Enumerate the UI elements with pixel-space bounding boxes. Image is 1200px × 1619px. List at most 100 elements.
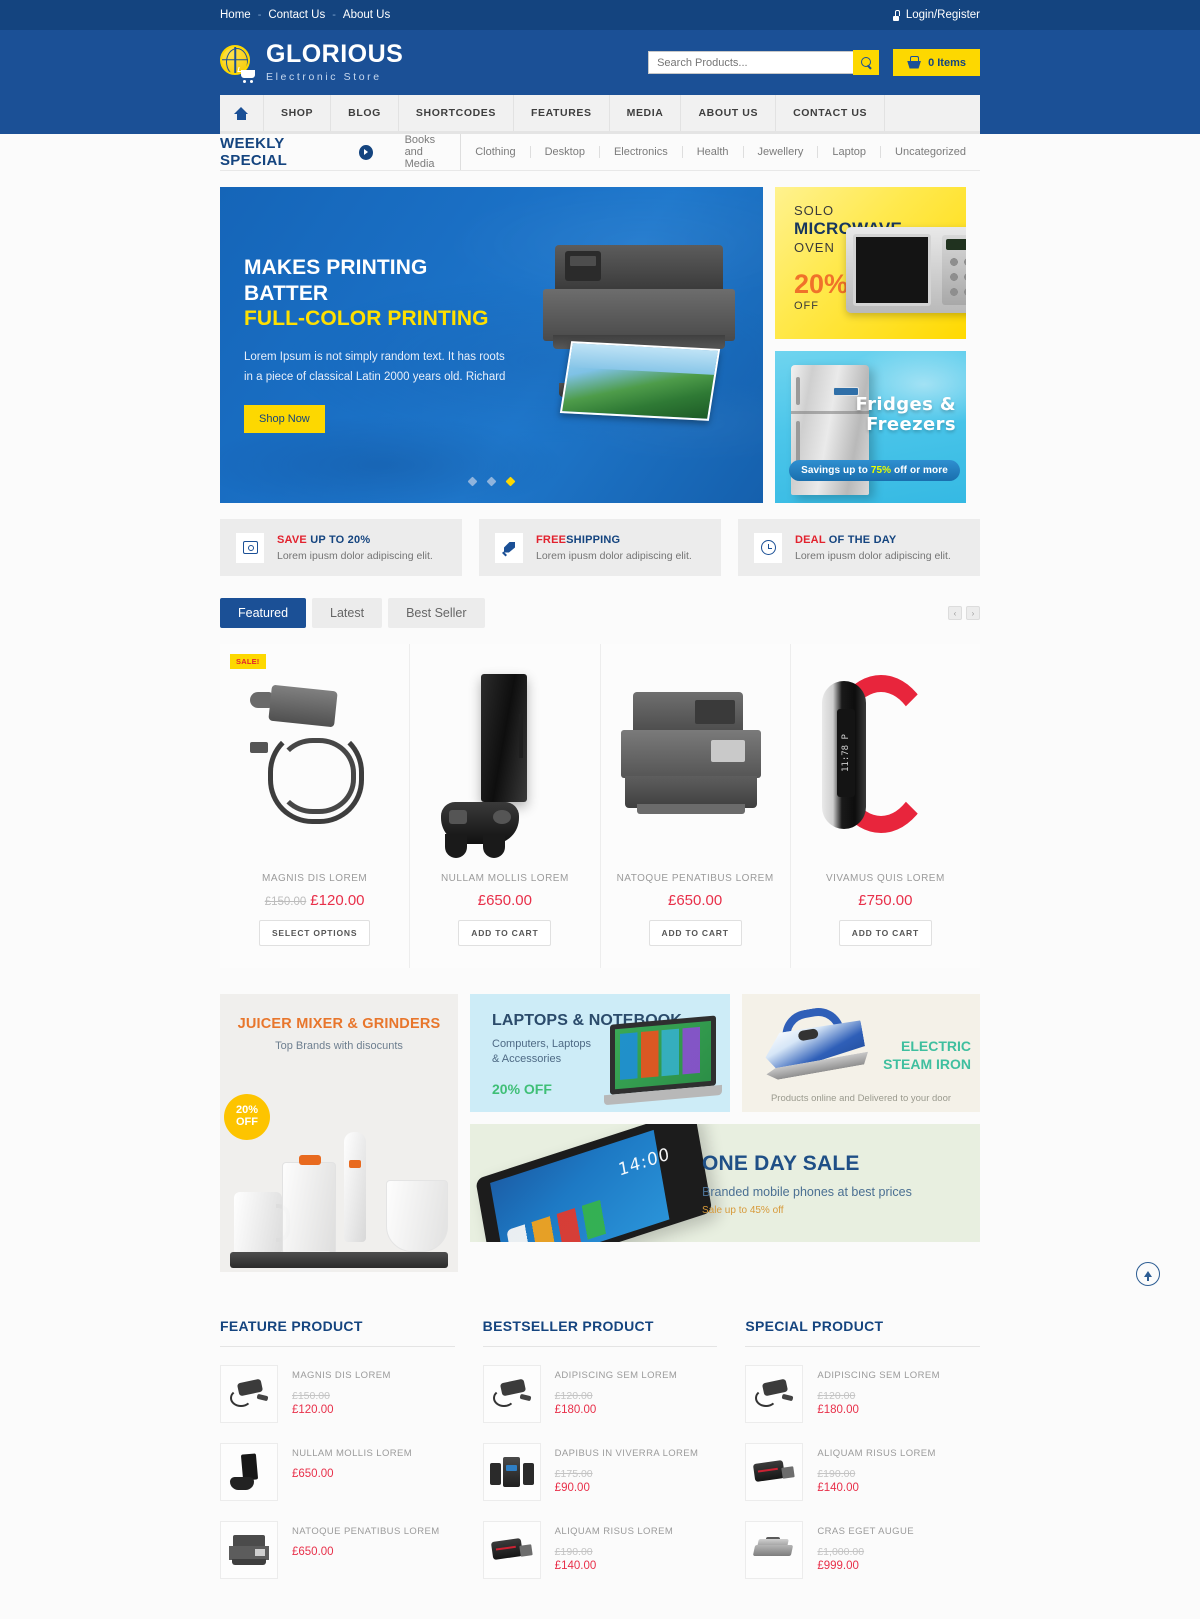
list-heading: SPECIAL PRODUCT (745, 1318, 981, 1347)
category-link-uncategorized[interactable]: Uncategorized (881, 146, 980, 158)
product-new-price: £120.00 (310, 892, 365, 909)
list-item-name: NATOQUE PENATIBUS LOREM (292, 1526, 440, 1537)
category-link-desktop[interactable]: Desktop (531, 146, 600, 158)
list-item-thumbnail (745, 1443, 804, 1501)
banner-laptops[interactable]: LAPTOPS & NOTEBOOK Computers, Laptops & … (470, 994, 730, 1112)
chevron-right-circle-icon[interactable] (358, 144, 373, 160)
hero-body-text: Lorem Ipsum is not simply random text. I… (244, 350, 506, 383)
nav-item-media[interactable]: MEDIA (610, 95, 682, 131)
product-price: £650.00 (611, 892, 780, 909)
search-button[interactable] (853, 50, 880, 75)
juicer-banner-column: JUICER MIXER & GRINDERS Top Brands with … (220, 994, 458, 1272)
carousel-next-button[interactable]: › (966, 606, 980, 620)
select-options-button[interactable]: SELECT OPTIONS (258, 920, 371, 946)
category-link-jewellery[interactable]: Jewellery (744, 146, 819, 158)
banner-juicer[interactable]: JUICER MIXER & GRINDERS Top Brands with … (220, 994, 458, 1272)
category-link-clothing[interactable]: Clothing (461, 146, 531, 158)
carousel-prev-button[interactable]: ‹ (948, 606, 962, 620)
list-item-price: £650.00 (292, 1467, 412, 1483)
top-link-home[interactable]: Home (220, 9, 251, 21)
add-to-cart-button[interactable]: ADD TO CART (458, 920, 552, 946)
nav-item-shop[interactable]: SHOP (264, 95, 332, 131)
tab-featured[interactable]: Featured (220, 598, 307, 628)
top-link-about-us[interactable]: About Us (343, 9, 390, 21)
hero-slider[interactable]: MAKES PRINTING BATTER FULL-COLOR PRINTIN… (220, 187, 763, 503)
one-day-sale-subtitle: Branded mobile phones at best prices (702, 1185, 912, 1199)
tab-latest[interactable]: Latest (312, 598, 383, 628)
hero-dot-1[interactable] (467, 476, 478, 487)
add-to-cart-button[interactable]: ADD TO CART (838, 920, 932, 946)
list-item[interactable]: NATOQUE PENATIBUS LOREM £650.00 (220, 1511, 455, 1589)
product-card[interactable]: NATOQUE PENATIBUS LOREM £650.00 ADD TO C… (601, 644, 791, 968)
list-item-old-price: £120.00 (817, 1389, 856, 1402)
list-item[interactable]: ALIQUAM RISUS LOREM £190.00 £140.00 (482, 1511, 718, 1589)
promo-fridge-banner[interactable]: Fridges & Freezers Savings up to 75% off… (775, 351, 966, 503)
main-nav: SHOP BLOG SHORTCODES FEATURES MEDIA ABOU… (220, 95, 980, 134)
list-item[interactable]: ADIPISCING SEM LOREM £120.00 £180.00 (482, 1355, 718, 1433)
nav-item-shortcodes[interactable]: SHORTCODES (399, 95, 514, 131)
category-links: Books and Media Clothing Desktop Electro… (391, 134, 980, 170)
list-item-new-price: £180.00 (554, 1403, 597, 1416)
banner-iron[interactable]: ELECTRIC STEAM IRON Products online and … (742, 994, 980, 1112)
feature-box-deal: DEAL OF THE DAY Lorem ipusm dolor adipis… (738, 519, 980, 576)
feature-deal-rest: OF THE DAY (825, 533, 897, 546)
promo-column: SOLO MICROWAVE OVEN 20% OFF Fridges & Fr… (775, 187, 966, 503)
rocket-icon-wrap (495, 532, 523, 563)
iron-subtitle: Products online and Delivered to your do… (770, 1093, 952, 1104)
laptops-subtitle-line2: & Accessories (492, 1052, 562, 1065)
list-item-old-price: £1,000.00 (817, 1545, 865, 1558)
add-to-cart-button[interactable]: ADD TO CART (648, 920, 742, 946)
hero-dot-3-active[interactable] (505, 476, 516, 487)
list-heading: BESTSELLER PRODUCT (482, 1318, 718, 1347)
hero-headline: MAKES PRINTING BATTER FULL-COLOR PRINTIN… (244, 255, 514, 332)
search-input[interactable] (648, 51, 854, 74)
hero-dot-2[interactable] (486, 476, 497, 487)
lock-icon (892, 10, 901, 21)
product-image-game-console (420, 660, 589, 858)
product-card[interactable]: 11:78 P VIVAMUS QUIS LOREM £750.00 ADD T… (791, 644, 980, 968)
category-link-electronics[interactable]: Electronics (600, 146, 683, 158)
nav-item-home[interactable] (220, 95, 264, 131)
scroll-to-top-button[interactable] (1136, 1262, 1160, 1286)
nav-item-blog[interactable]: BLOG (331, 95, 399, 131)
rocket-icon (501, 540, 517, 556)
juicer-subtitle: Top Brands with disocunts (275, 1040, 403, 1052)
account-area[interactable]: Login/Register (892, 9, 980, 21)
arrow-up-stem (1147, 1275, 1149, 1281)
banner-one-day-sale[interactable]: 14:00 ONE DAY SALE Branded mobile phones… (470, 1124, 980, 1242)
list-item[interactable]: NULLAM MOLLIS LOREM £650.00 (220, 1433, 455, 1511)
product-card[interactable]: NULLAM MOLLIS LOREM £650.00 ADD TO CART (410, 644, 601, 968)
kettle-illustration (234, 1192, 290, 1254)
nav-item-about-us[interactable]: ABOUT US (681, 95, 777, 131)
login-register-link[interactable]: Login/Register (906, 9, 980, 21)
list-item[interactable]: ADIPISCING SEM LOREM £120.00 £180.00 (745, 1355, 980, 1433)
nav-item-features[interactable]: FEATURES (514, 95, 610, 131)
list-item[interactable]: ALIQUAM RISUS LOREM £190.00 £140.00 (745, 1433, 980, 1511)
list-item[interactable]: DAPIBUS IN VIVERRA LOREM £175.00 £90.00 (482, 1433, 718, 1511)
nav-item-contact-us[interactable]: CONTACT US (776, 95, 886, 131)
category-link-laptop[interactable]: Laptop (818, 146, 882, 158)
cart-button[interactable]: 0 Items (893, 49, 980, 76)
fridge-savings-highlight: 75% (870, 465, 892, 476)
product-name: MAGNIS DIS LOREM (262, 873, 368, 884)
category-link-books-and-media[interactable]: Books and Media (391, 134, 462, 170)
one-day-sale-title: ONE DAY SALE (702, 1152, 860, 1175)
promo-microwave-banner[interactable]: SOLO MICROWAVE OVEN 20% OFF (775, 187, 966, 339)
tab-best-seller[interactable]: Best Seller (388, 598, 485, 628)
list-item-price: £190.00 £140.00 (555, 1545, 673, 1575)
list-item[interactable]: MAGNIS DIS LOREM £150.00 £120.00 (220, 1355, 455, 1433)
list-item-name: ALIQUAM RISUS LOREM (817, 1448, 936, 1459)
blender-illustration (282, 1155, 336, 1272)
brand-logo[interactable]: GLORIOUS Electronic Store (220, 42, 403, 83)
shop-now-button[interactable]: Shop Now (244, 405, 325, 434)
product-grid: SALE! MAGNIS DIS LOREM £150.00 £120.00 SE… (220, 644, 980, 968)
site-header: GLORIOUS Electronic Store 0 Items (0, 30, 1200, 95)
list-item[interactable]: CRAS EGET AUGUE £1,000.00 £999.00 (745, 1511, 980, 1589)
product-card[interactable]: SALE! MAGNIS DIS LOREM £150.00 £120.00 SE… (220, 644, 411, 968)
list-item-name: ADIPISCING SEM LOREM (554, 1370, 678, 1381)
printer-illustration (525, 245, 755, 445)
search-form (648, 50, 880, 75)
top-link-contact-us[interactable]: Contact Us (268, 9, 325, 21)
iron-title-line2: STEAM IRON (883, 1055, 971, 1072)
category-link-health[interactable]: Health (683, 146, 744, 158)
